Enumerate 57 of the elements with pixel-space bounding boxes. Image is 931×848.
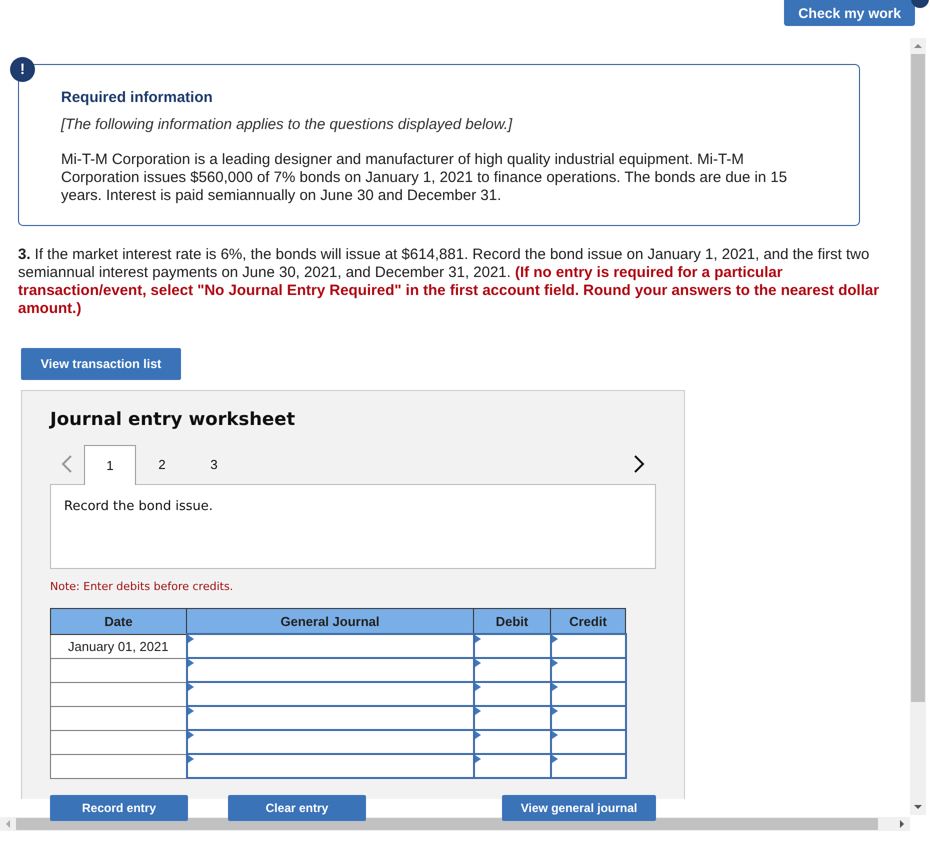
info-body: Mi-T-M Corporation is a leading designer and manufacturer of high quality industrial equipment. Mi-T-M Corporation issues $560,000 of 7% bonds on January 1, 2021 to finance operations. The bonds are due in 15 years. Interest is paid semiannually on June 30 and December 31.: [61, 151, 788, 205]
dropdown-icon: [188, 635, 194, 643]
dropdown-icon: [188, 755, 194, 763]
column-header: Debit: [474, 608, 550, 634]
info-note: [The following information applies to the questions displayed below.]: [61, 116, 514, 133]
input-field[interactable]: [186, 682, 474, 706]
dropdown-icon: [552, 731, 558, 739]
entry-tab[interactable]: 3: [188, 444, 240, 484]
dropdown-icon: [474, 707, 480, 715]
alert-badge: !: [10, 57, 35, 82]
action-button[interactable]: Record entry: [50, 795, 188, 821]
column-header: General Journal: [186, 608, 474, 634]
dropdown-icon: [552, 659, 558, 667]
date-cell: January 01, 2021: [50, 634, 186, 658]
input-field[interactable]: [474, 754, 550, 778]
dropdown-icon: [474, 659, 480, 667]
input-field[interactable]: [550, 658, 626, 682]
input-field[interactable]: [550, 706, 626, 730]
dropdown-icon: [188, 659, 194, 667]
dropdown-icon: [552, 755, 558, 763]
input-field[interactable]: [474, 706, 550, 730]
action-button[interactable]: Clear entry: [228, 795, 366, 821]
action-button[interactable]: View general journal: [502, 795, 656, 821]
check-my-work-button[interactable]: Check my work: [784, 0, 915, 26]
column-header: Credit: [550, 608, 626, 634]
dropdown-icon: [474, 683, 480, 691]
dropdown-icon: [474, 755, 480, 763]
column-header: Date: [50, 608, 186, 634]
input-field[interactable]: [186, 706, 474, 730]
input-field[interactable]: [186, 658, 474, 682]
view-transaction-list-button[interactable]: View transaction list: [21, 348, 181, 380]
input-field[interactable]: [186, 730, 474, 754]
dropdown-icon: [552, 707, 558, 715]
worksheet-title: Journal entry worksheet: [50, 409, 296, 430]
input-field[interactable]: [474, 634, 550, 658]
question-text: 3. If the market interest rate is 6%, the bonds will issue at $614,881. Record the bond issue on January 1, 2021, and the first two semiannual interest payments on June 30, 2021, and December 31, 2021. (If no entry is required for a particular transaction/event, select "No Journal Entry Required" in the first account field. Round your answers to the nearest dollar amount.): [18, 246, 880, 318]
dropdown-icon: [188, 707, 194, 715]
note-text: Note: Enter debits before credits.: [50, 580, 234, 593]
input-field[interactable]: [186, 754, 474, 778]
entry-tab[interactable]: 1: [84, 445, 136, 485]
input-field[interactable]: [474, 730, 550, 754]
dropdown-icon: [188, 683, 194, 691]
entry-tab[interactable]: 2: [136, 444, 188, 484]
info-title: Required information: [61, 89, 214, 106]
input-field[interactable]: [550, 682, 626, 706]
dropdown-icon: [552, 683, 558, 691]
prompt-text: Record the bond issue.: [50, 484, 656, 569]
dropdown-icon: [188, 731, 194, 739]
dropdown-icon: [474, 635, 480, 643]
input-field[interactable]: [474, 682, 550, 706]
input-field[interactable]: [186, 634, 474, 658]
input-field[interactable]: [550, 730, 626, 754]
dropdown-icon: [552, 635, 558, 643]
input-field[interactable]: [550, 754, 626, 778]
input-field[interactable]: [474, 658, 550, 682]
input-field[interactable]: [550, 634, 626, 658]
dropdown-icon: [474, 731, 480, 739]
